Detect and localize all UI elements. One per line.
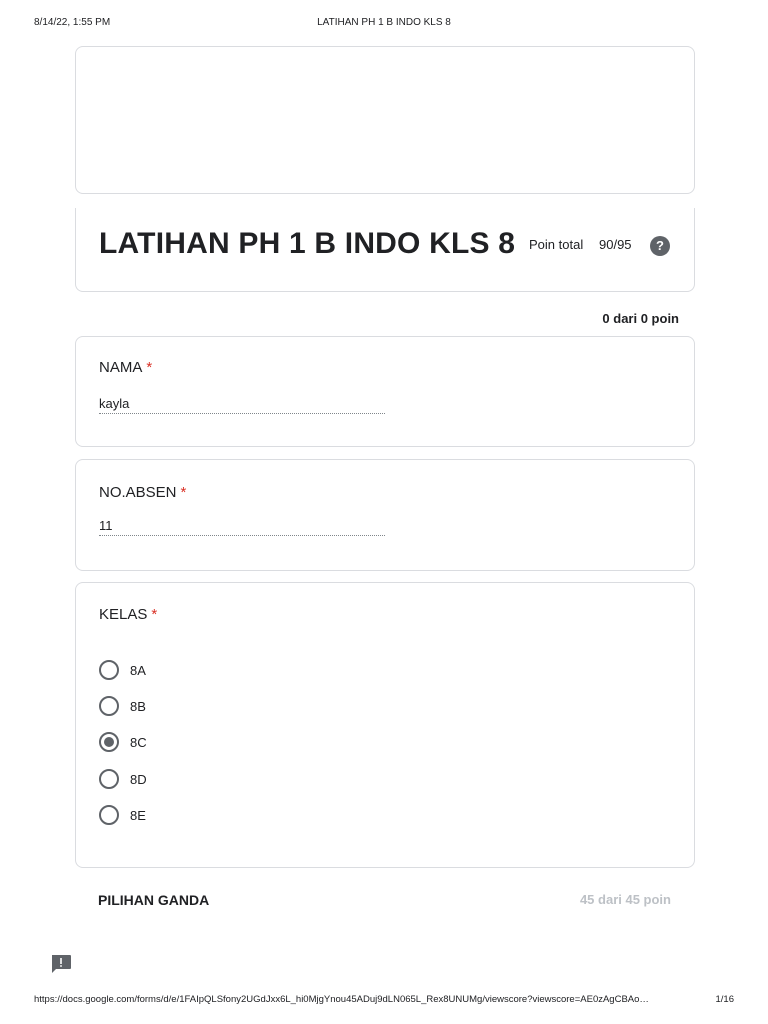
radio-option-8c[interactable]: 8C <box>99 731 147 753</box>
radio-option-label: 8E <box>130 807 146 823</box>
header-banner <box>75 46 695 194</box>
form-title-card: LATIHAN PH 1 B INDO KLS 8 Poin total 90/… <box>75 208 695 292</box>
radio-button[interactable] <box>99 660 119 680</box>
radio-option-8a[interactable]: 8A <box>99 659 146 681</box>
section-title: PILIHAN GANDA <box>98 892 210 908</box>
radio-button[interactable] <box>99 769 119 789</box>
question-title: KELAS <box>99 606 148 623</box>
section-points: 45 dari 45 poin <box>579 892 671 907</box>
radio-button[interactable] <box>99 805 119 825</box>
radio-option-label: 8A <box>130 662 146 678</box>
radio-option-label: 8C <box>130 734 147 750</box>
radio-option-8e[interactable]: 8E <box>99 804 146 826</box>
question-card-absen: NO.ABSEN * 11 <box>75 459 695 571</box>
feedback-icon[interactable] <box>50 954 72 974</box>
print-footer: https://docs.google.com/forms/d/e/1FAIpQ… <box>34 994 734 1008</box>
question-label-kelas: KELAS * <box>99 606 157 623</box>
question-title: NAMA <box>99 359 143 376</box>
radio-button[interactable] <box>99 696 119 716</box>
required-asterisk: * <box>146 359 153 376</box>
question-label-nama: NAMA * <box>99 359 152 376</box>
radio-option-label: 8D <box>130 771 147 787</box>
radio-option-8d[interactable]: 8D <box>99 768 147 790</box>
help-circle-icon[interactable]: ? <box>650 236 670 256</box>
question-card-kelas: KELAS * 8A 8B 8C 8D 8E <box>75 582 695 868</box>
radio-option-label: 8B <box>130 698 146 714</box>
page-number: 1/16 <box>715 994 735 1005</box>
print-header: 8/14/22, 1:55 PM LATIHAN PH 1 B INDO KLS… <box>34 17 734 31</box>
section-score: 0 dari 0 poin <box>602 311 679 326</box>
form-title: LATIHAN PH 1 B INDO KLS 8 <box>99 227 516 260</box>
total-points-value: 90/95 <box>599 237 632 252</box>
question-title: NO.ABSEN <box>99 484 177 501</box>
required-asterisk: * <box>180 484 187 501</box>
answer-text-nama: kayla <box>99 396 385 414</box>
question-card-nama: NAMA * kayla <box>75 336 695 447</box>
question-label-absen: NO.ABSEN * <box>99 484 186 501</box>
total-points-label: Poin total <box>529 237 584 252</box>
page-url: https://docs.google.com/forms/d/e/1FAIpQ… <box>34 994 649 1005</box>
print-title: LATIHAN PH 1 B INDO KLS 8 <box>317 17 451 28</box>
answer-text-absen: 11 <box>99 518 385 536</box>
required-asterisk: * <box>151 606 158 623</box>
radio-button-checked[interactable] <box>99 732 119 752</box>
radio-option-8b[interactable]: 8B <box>99 695 146 717</box>
